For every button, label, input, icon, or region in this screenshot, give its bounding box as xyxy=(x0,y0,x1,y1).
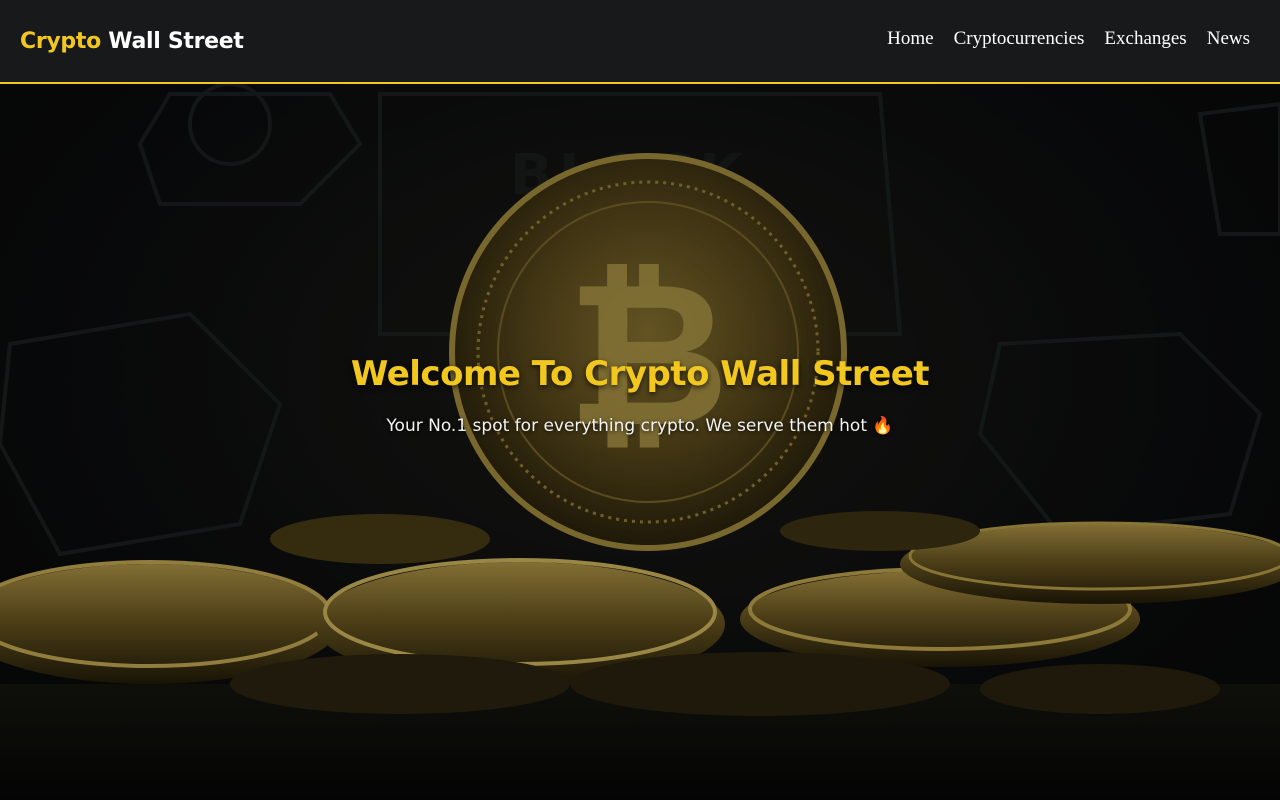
nav-link-cryptocurrencies[interactable]: Cryptocurrencies xyxy=(954,28,1085,50)
hero-subtitle: Your No.1 spot for everything crypto. We… xyxy=(386,416,894,436)
hero-content: Welcome To Crypto Wall Street Your No.1 … xyxy=(0,354,1280,436)
brand-rest: Wall Street xyxy=(108,28,244,54)
nav-link-home[interactable]: Home xyxy=(887,28,933,50)
hero-banner: BLOCK CHAIN ₿ Welcome To Crypto Wall St xyxy=(0,84,1280,800)
nav-link-exchanges[interactable]: Exchanges xyxy=(1104,28,1186,50)
hero-dark-overlay xyxy=(0,84,1280,800)
hero-title: Welcome To Crypto Wall Street xyxy=(350,354,930,394)
top-navbar: Crypto Wall Street Home Cryptocurrencies… xyxy=(0,0,1280,84)
nav-link-news[interactable]: News xyxy=(1207,28,1250,50)
brand-logo[interactable]: Crypto Wall Street xyxy=(20,29,244,54)
nav-links: Home Cryptocurrencies Exchanges News xyxy=(887,28,1250,50)
brand-accent: Crypto xyxy=(20,28,101,54)
